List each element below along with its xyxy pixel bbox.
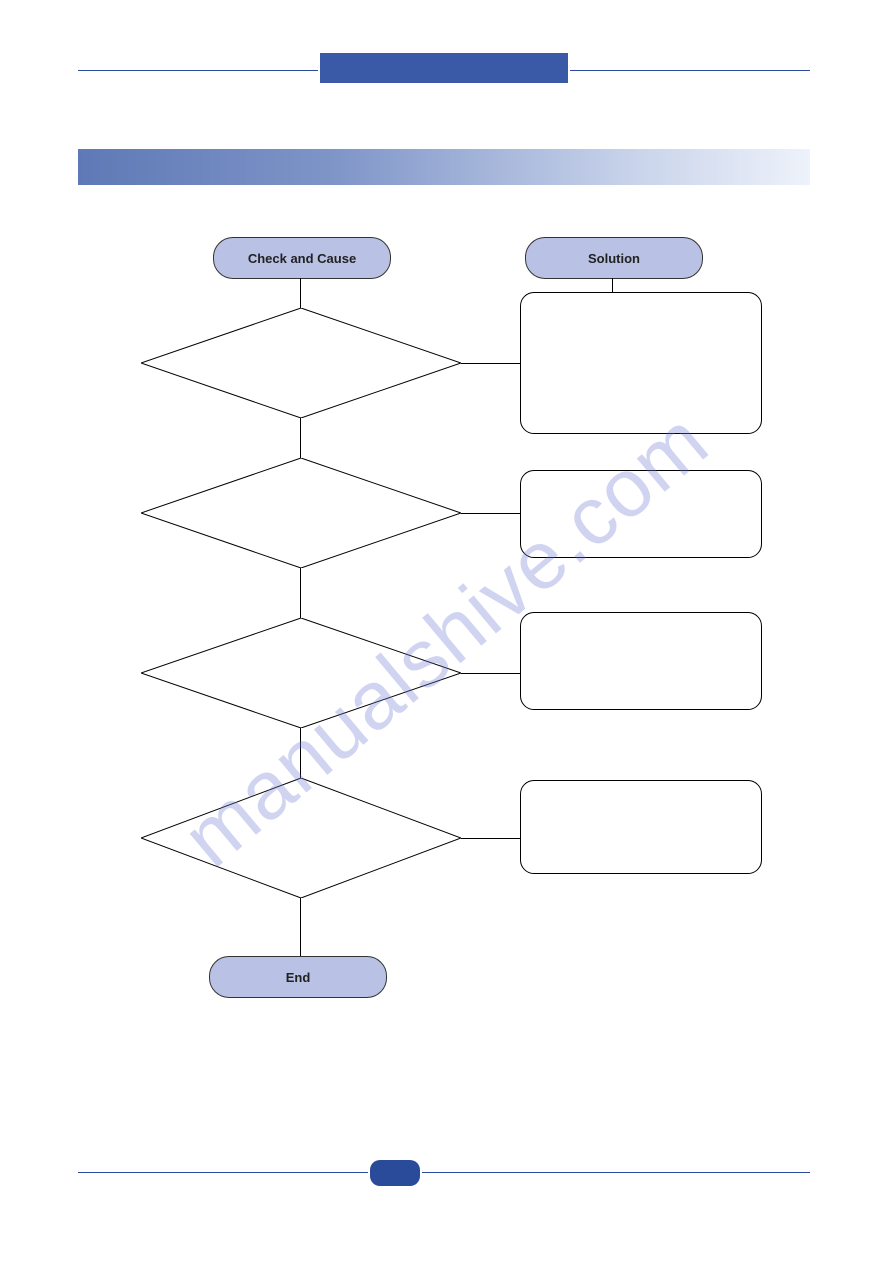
terminator-solution-label: Solution [588,251,640,266]
page-number-pill [370,1160,420,1186]
process-4 [520,780,762,874]
connector-vertical [300,898,301,956]
connector-horizontal [461,838,520,839]
connector-vertical [300,418,301,460]
header-rule-right [570,70,810,71]
terminator-check-and-cause: Check and Cause [213,237,391,279]
connector-vertical [300,728,301,780]
terminator-end-label: End [286,970,311,985]
decision-1 [141,308,461,418]
connector-vertical [300,278,301,308]
terminator-solution: Solution [525,237,703,279]
page-root: Check and Cause Solution End manualshive… [0,0,893,1263]
connector-vertical [612,278,613,292]
decision-2 [141,458,461,568]
connector-horizontal [461,513,520,514]
header-rule-left [78,70,318,71]
process-1 [520,292,762,434]
decision-4 [141,778,461,898]
decision-3 [141,618,461,728]
footer-rule-left [78,1172,368,1173]
terminator-end: End [209,956,387,998]
terminator-check-and-cause-label: Check and Cause [248,251,356,266]
connector-horizontal [461,363,520,364]
section-gradient-bar [78,149,810,185]
connector-horizontal [461,673,520,674]
process-3 [520,612,762,710]
connector-vertical [300,568,301,620]
header-center-block [320,53,568,83]
process-2 [520,470,762,558]
footer-rule-right [422,1172,810,1173]
